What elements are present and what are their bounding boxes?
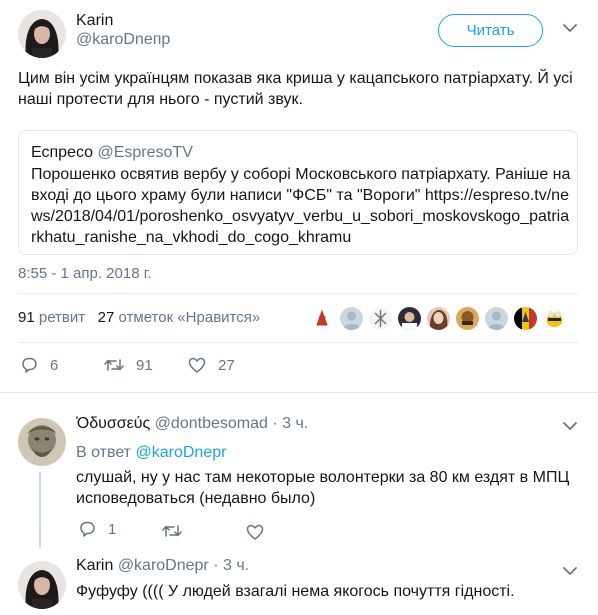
tweet-stats: 91 ретвит 27 отметок «Нравится» — [18, 309, 260, 326]
retweet-action[interactable]: 91 — [104, 356, 153, 374]
reply-time[interactable]: · 3 ч. — [272, 415, 308, 432]
retweet-count: 91 — [136, 356, 153, 374]
author-handle[interactable]: @karoDnепр — [76, 31, 170, 49]
reply-2-text: Фуфуфу (((( У людей взагалі нема якогось… — [76, 583, 515, 600]
tweet-timestamp[interactable]: 8:55 - 1 апр. 2018 г. — [18, 265, 152, 282]
retweet-icon — [104, 359, 124, 371]
like-label[interactable]: отметок «Нравится» — [119, 309, 261, 326]
reply-2-header: Karin @karoDnepr · 3 ч. — [76, 557, 249, 575]
reply-icon — [22, 357, 37, 373]
liker-avatar[interactable] — [398, 307, 421, 330]
retweet-label[interactable]: ретвит — [39, 309, 85, 326]
thread-line — [39, 472, 41, 548]
reply-2-author-avatar[interactable] — [18, 561, 66, 609]
like-count: 27 — [218, 356, 235, 374]
section-divider — [0, 392, 598, 393]
retweet-action[interactable] — [162, 522, 182, 540]
author-avatar[interactable] — [18, 10, 66, 58]
reply-author-name[interactable]: Ὀδυσσεύς — [76, 415, 150, 432]
liker-avatar[interactable] — [427, 307, 450, 330]
divider — [18, 293, 578, 294]
liker-avatars — [311, 307, 566, 330]
reply-action[interactable]: 6 — [20, 356, 58, 374]
liker-avatar[interactable] — [369, 307, 392, 330]
quote-text: Порошенко освятив вербу у соборі Московс… — [31, 166, 571, 246]
divider — [18, 342, 578, 343]
caret-down-icon[interactable] — [562, 20, 578, 36]
reply-count: 6 — [50, 356, 59, 374]
in-reply-to: В ответ @karoDnepr — [76, 444, 226, 462]
caret-down-icon[interactable] — [562, 563, 578, 579]
liker-avatar[interactable] — [485, 307, 508, 330]
in-reply-handle[interactable]: @karoDnepr — [135, 444, 226, 461]
reply-2-author-handle[interactable]: @karoDnepr — [118, 557, 209, 574]
reply-author-avatar[interactable] — [18, 418, 66, 466]
quote-source-name: Еспресо — [31, 144, 94, 161]
retweet-icon — [162, 525, 182, 537]
caret-down-icon[interactable] — [562, 418, 578, 434]
liker-avatar[interactable] — [456, 307, 479, 330]
liker-avatar[interactable] — [543, 307, 566, 330]
reply-author-handle[interactable]: @dontbesomad — [155, 415, 268, 432]
reply-2-time[interactable]: · 3 ч. — [213, 557, 249, 574]
retweet-count[interactable]: 91 — [18, 309, 35, 326]
heart-icon — [188, 357, 206, 373]
quote-header: Еспресо @EspresoTV — [31, 143, 193, 163]
author-name[interactable]: Karin — [76, 12, 113, 30]
reply-text: слушай, ну у нас там некоторые волонтерк… — [76, 469, 570, 507]
follow-button[interactable]: Читать — [438, 14, 543, 47]
quote-source-handle: @EspresoTV — [97, 144, 193, 161]
quoted-tweet[interactable]: Еспресо @EspresoTV Порошенко освятив вер… — [18, 130, 578, 255]
liker-avatar[interactable] — [514, 307, 537, 330]
like-action[interactable] — [246, 523, 264, 541]
liker-avatar[interactable] — [340, 307, 363, 330]
reply-count: 1 — [108, 520, 117, 538]
tweet-text: Цим він усім українцям показав яка криша… — [18, 70, 573, 108]
heart-icon — [246, 524, 264, 540]
reply-2-author-name[interactable]: Karin — [76, 557, 113, 574]
reply-icon — [80, 521, 95, 537]
reply-action[interactable]: 1 — [78, 520, 116, 538]
reply-header: Ὀδυσσεύς @dontbesomad · 3 ч. — [76, 415, 308, 433]
like-count[interactable]: 27 — [98, 309, 115, 326]
like-action[interactable]: 27 — [188, 356, 235, 374]
liker-avatar[interactable] — [311, 307, 334, 330]
in-reply-prefix: В ответ — [76, 444, 132, 461]
